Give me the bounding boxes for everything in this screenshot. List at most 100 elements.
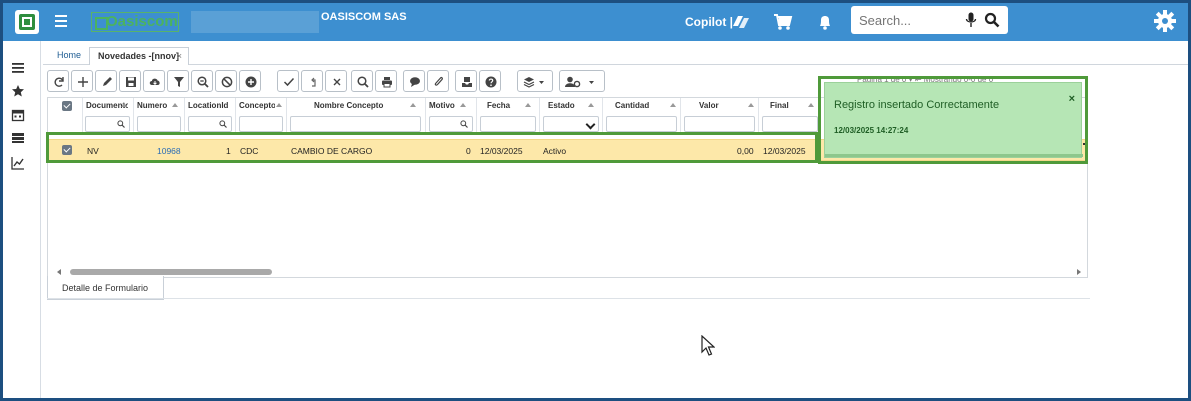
server-list-icon[interactable] <box>11 131 25 145</box>
microphone-icon[interactable] <box>965 12 977 28</box>
sort-icon[interactable] <box>808 103 814 107</box>
filter-search-icon <box>460 120 468 128</box>
line-chart-icon[interactable] <box>11 156 25 170</box>
filter-numero-input[interactable] <box>137 116 181 132</box>
filter-button[interactable] <box>167 70 189 92</box>
tab-close-icon[interactable]: × <box>177 51 182 61</box>
zoom-out-icon <box>197 76 209 88</box>
close-button[interactable] <box>325 70 347 92</box>
user-settings-icon <box>565 76 594 88</box>
undo-button[interactable] <box>301 70 323 92</box>
col-locationid[interactable]: LocationId <box>188 101 228 110</box>
search-input[interactable] <box>859 11 959 29</box>
search-button[interactable] <box>351 70 373 92</box>
funnel-icon <box>174 77 184 87</box>
horizontal-scrollbar[interactable] <box>48 267 1087 277</box>
sort-icon[interactable] <box>276 103 282 107</box>
sort-icon[interactable] <box>670 103 676 107</box>
filter-motivo-input[interactable] <box>429 116 473 132</box>
comment-button[interactable] <box>403 70 425 92</box>
notification-bell-icon[interactable] <box>817 13 833 31</box>
help-button[interactable] <box>479 70 501 92</box>
filter-locationid-input[interactable] <box>188 116 232 132</box>
sort-icon[interactable] <box>121 103 127 107</box>
tab-home[interactable]: Home <box>49 47 89 65</box>
save-button[interactable] <box>119 70 141 92</box>
app-window: Oasiscom OASISCOM SAS Copilot | Search..… <box>3 3 1188 398</box>
refresh-button[interactable] <box>47 70 69 92</box>
filter-fecha-input[interactable] <box>480 116 536 132</box>
column-divider <box>184 98 185 134</box>
col-fecha[interactable]: Fecha <box>487 101 517 110</box>
row-highlight-frame <box>46 132 818 163</box>
sort-icon[interactable] <box>172 103 178 107</box>
check-icon <box>283 77 295 87</box>
filter-documento-input[interactable] <box>85 116 130 132</box>
col-valor[interactable]: Valor <box>699 101 729 110</box>
filter-valor-input[interactable] <box>684 116 755 132</box>
list-menu-icon[interactable] <box>11 61 25 75</box>
magnifier-icon <box>357 76 369 88</box>
attach-button[interactable] <box>427 70 449 92</box>
column-divider <box>476 98 477 134</box>
col-nombre-concepto[interactable]: Nombre Concepto <box>314 101 414 110</box>
paperclip-icon <box>434 77 443 86</box>
help-icon <box>485 76 497 88</box>
col-cantidad[interactable]: Cantidad <box>615 101 655 110</box>
column-divider <box>539 98 540 134</box>
sort-icon[interactable] <box>460 103 466 107</box>
app-switcher-icon[interactable] <box>15 10 39 34</box>
cancel-button[interactable] <box>215 70 237 92</box>
col-final[interactable]: Final <box>770 101 800 110</box>
close-icon <box>333 78 341 86</box>
ban-icon <box>221 76 233 88</box>
scroll-left-arrow-icon[interactable] <box>57 269 61 275</box>
filter-concepto-input[interactable] <box>239 116 283 132</box>
calendar-icon[interactable] <box>11 108 25 122</box>
select-all-checkbox[interactable] <box>62 101 72 111</box>
menu-icon[interactable] <box>55 15 67 27</box>
col-motivo[interactable]: Motivo <box>429 101 459 110</box>
col-estado[interactable]: Estado <box>548 101 578 110</box>
favorites-star-icon[interactable] <box>11 84 25 98</box>
user-settings-dropdown-button[interactable] <box>559 70 605 92</box>
filter-final-input[interactable] <box>762 116 818 132</box>
filter-cantidad-input[interactable] <box>606 116 677 132</box>
search-icon[interactable] <box>984 12 1000 28</box>
refresh-icon <box>54 77 64 87</box>
add-button[interactable] <box>71 70 93 92</box>
scrollbar-thumb[interactable] <box>70 269 272 275</box>
tab-bar: Home Novedades -[nnov] × <box>43 43 1188 65</box>
layers-icon <box>523 77 544 88</box>
settings-gear-icon[interactable] <box>1154 10 1176 32</box>
print-button[interactable] <box>375 70 397 92</box>
success-toast: Registro insertado Correctamente 12/03/2… <box>818 76 1088 164</box>
column-divider <box>235 98 236 134</box>
tab-detalle-formulario[interactable]: Detalle de Formulario <box>47 276 164 300</box>
filter-nombre-concepto-input[interactable] <box>290 116 421 132</box>
cloud-download-button[interactable] <box>143 70 165 92</box>
toast-close-icon[interactable]: × <box>1069 93 1075 105</box>
filter-estado-select[interactable] <box>543 116 599 132</box>
sort-icon[interactable] <box>588 103 594 107</box>
column-divider <box>82 98 83 134</box>
sort-icon[interactable] <box>748 103 754 107</box>
tab-novedades[interactable]: Novedades -[nnov] × <box>89 47 189 65</box>
toast-message: Registro insertado Correctamente <box>834 99 1000 111</box>
copilot-label[interactable]: Copilot | <box>685 15 733 29</box>
search-box <box>851 6 1008 34</box>
confirm-button[interactable] <box>277 70 299 92</box>
edit-button[interactable] <box>95 70 117 92</box>
scroll-right-arrow-icon[interactable] <box>1077 269 1081 275</box>
copilot-icon[interactable] <box>729 12 751 32</box>
add-circle-icon <box>245 76 257 88</box>
cart-icon[interactable] <box>773 13 793 31</box>
sort-icon[interactable] <box>525 103 531 107</box>
add-circle-button[interactable] <box>239 70 261 92</box>
col-numero[interactable]: Numero <box>137 101 169 110</box>
inbox-button[interactable] <box>455 70 477 92</box>
sort-icon[interactable] <box>410 103 416 107</box>
zoom-out-button[interactable] <box>191 70 213 92</box>
col-concepto[interactable]: Concepto <box>239 101 275 110</box>
layers-dropdown-button[interactable] <box>517 70 553 92</box>
